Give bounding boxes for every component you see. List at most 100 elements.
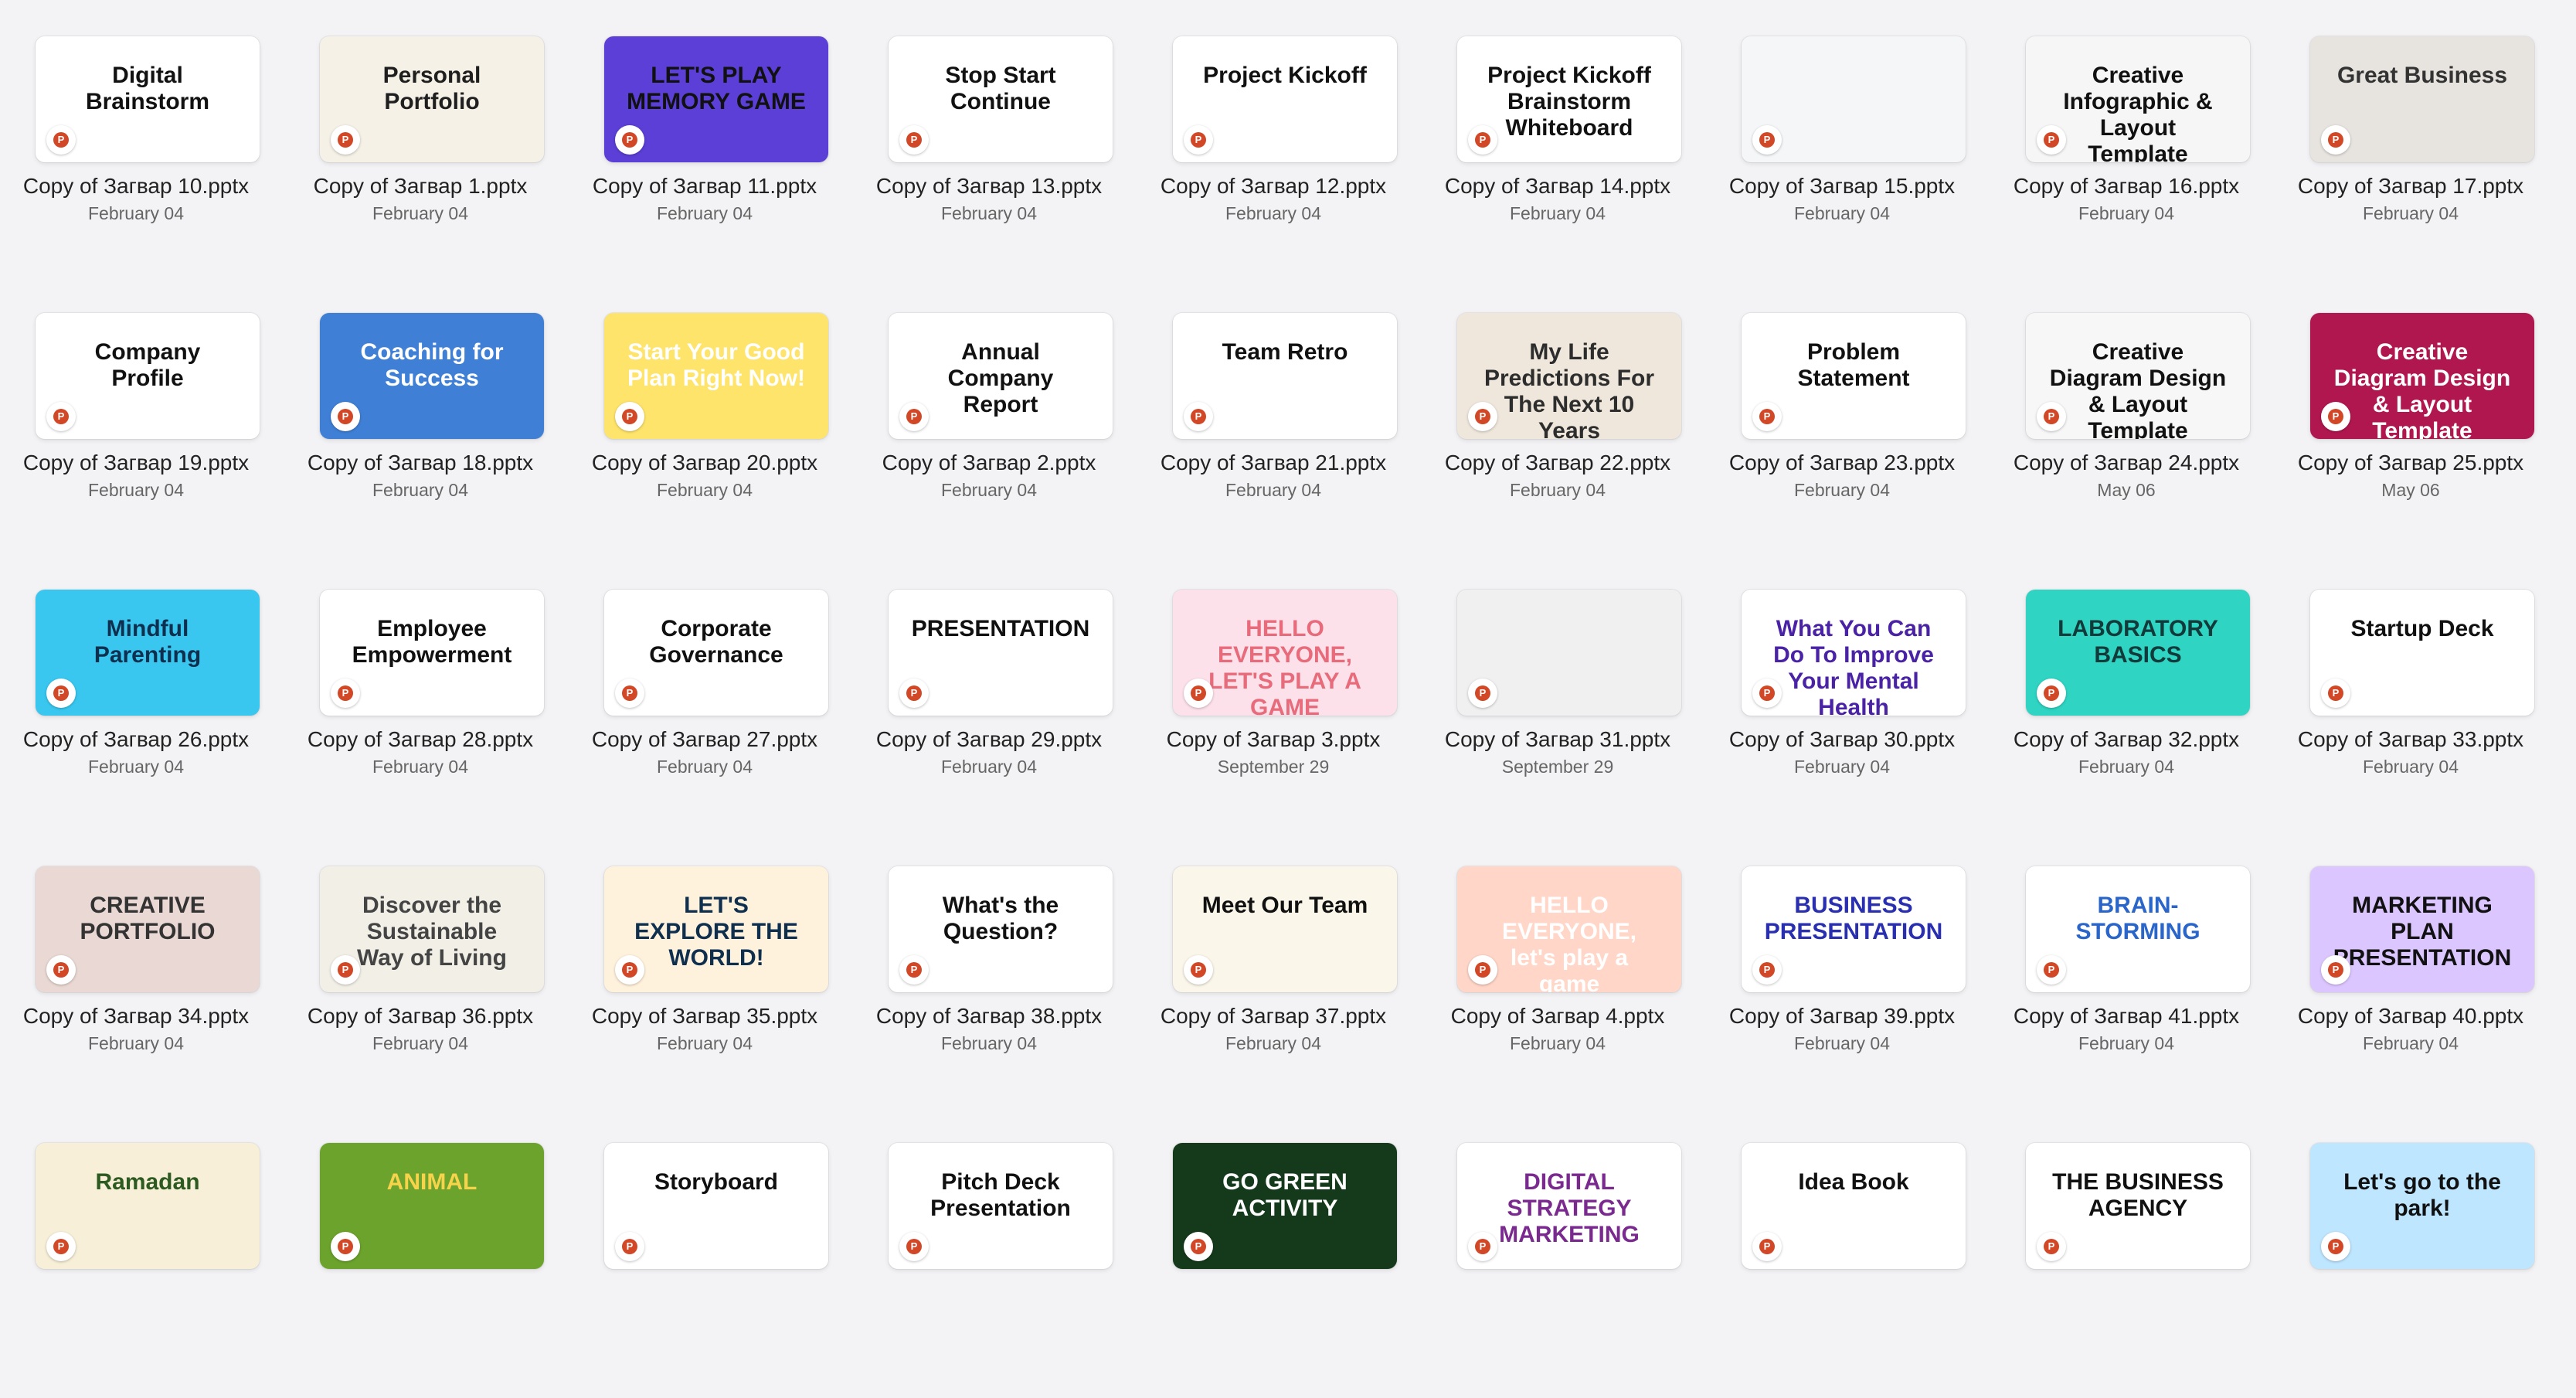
file-thumbnail[interactable]: HELLO EVERYONE, LET'S PLAY A GAME — [1173, 590, 1397, 716]
file-tile[interactable]: BRAIN-STORMING Copy of Загвар 41.pptx Febr… — [1997, 866, 2256, 1121]
file-thumbnail[interactable]: PRESENTATION — [889, 590, 1113, 716]
file-tile[interactable]: Annual Company Report Copy of Загвар 2.pp… — [859, 313, 1119, 568]
file-thumbnail[interactable]: Idea Book — [1742, 1143, 1966, 1269]
file-thumbnail[interactable]: Company Profile — [36, 313, 260, 439]
file-tile[interactable]: BUSINESS PRESENTATION Copy of Загвар 39.p… — [1712, 866, 1972, 1121]
file-tile[interactable]: Stop Start Continue Copy of Загвар 13.ppt… — [859, 36, 1119, 291]
file-thumbnail[interactable]: Project Kickoff — [1173, 36, 1397, 162]
file-tile[interactable]: Problem Statement Copy of Загвар 23.pptx F… — [1712, 313, 1972, 568]
file-name: Copy of Загвар 17.pptx — [2297, 174, 2524, 198]
file-thumbnail[interactable]: What You Can Do To Improve Your Mental H… — [1742, 590, 1966, 716]
thumbnail-title: Idea Book — [1798, 1169, 1909, 1195]
file-thumbnail[interactable] — [1742, 36, 1966, 162]
file-thumbnail[interactable]: Ramadan — [36, 1143, 260, 1269]
file-tile[interactable]: HELLO EVERYONE, let's play a game Copy of… — [1428, 866, 1687, 1121]
file-tile[interactable]: Idea Book — [1712, 1143, 1972, 1398]
file-tile[interactable]: Digital Brainstorm Copy of Загвар 10.pptx… — [6, 36, 266, 291]
file-tile[interactable]: CREATIVE PORTFOLIO Copy of Загвар 34.pptx… — [6, 866, 266, 1121]
file-thumbnail[interactable]: Mindful Parenting — [36, 590, 260, 716]
file-tile[interactable]: Employee Empowerment Copy of Загвар 28.pp… — [291, 590, 550, 845]
file-tile[interactable]: LABORATORY BASICS Copy of Загвар 32.pptx F… — [1997, 590, 2256, 845]
file-thumbnail[interactable]: CREATIVE PORTFOLIO — [36, 866, 260, 992]
powerpoint-icon — [899, 125, 929, 155]
file-thumbnail[interactable]: Let's go to the park! — [2310, 1143, 2534, 1269]
file-thumbnail[interactable]: Creative Diagram Design & Layout Templat… — [2310, 313, 2534, 439]
file-thumbnail[interactable]: MARKETING PLAN PRESENTATION — [2310, 866, 2534, 992]
file-thumbnail[interactable]: Start Your Good Plan Right Now! — [604, 313, 828, 439]
file-tile[interactable]: Great Business Copy of Загвар 17.pptx Febr… — [2281, 36, 2540, 291]
file-thumbnail[interactable]: Discover the Sustainable Way of Living — [320, 866, 544, 992]
file-thumbnail[interactable]: Coaching for Success — [320, 313, 544, 439]
file-tile[interactable]: PRESENTATION Copy of Загвар 29.pptx Februa… — [859, 590, 1119, 845]
file-thumbnail[interactable]: DIGITAL STRATEGY MARKETING — [1457, 1143, 1681, 1269]
file-thumbnail[interactable]: My Life Predictions For The Next 10 Year… — [1457, 313, 1681, 439]
file-thumbnail[interactable]: THE BUSINESS AGENCY — [2026, 1143, 2250, 1269]
file-tile[interactable]: Copy of Загвар 31.pptx September 29 — [1428, 590, 1687, 845]
file-thumbnail[interactable]: Stop Start Continue — [889, 36, 1113, 162]
file-tile[interactable]: Personal Portfolio Copy of Загвар 1.pptx F… — [291, 36, 550, 291]
file-tile[interactable]: Discover the Sustainable Way of Living Co… — [291, 866, 550, 1121]
file-thumbnail[interactable]: LET'S EXPLORE THE WORLD! — [604, 866, 828, 992]
file-thumbnail[interactable]: Storyboard — [604, 1143, 828, 1269]
file-tile[interactable]: Company Profile Copy of Загвар 19.pptx Feb… — [6, 313, 266, 568]
powerpoint-icon — [615, 125, 644, 155]
file-tile[interactable]: What's the Question? Copy of Загвар 38.pp… — [859, 866, 1119, 1121]
file-tile[interactable]: HELLO EVERYONE, LET'S PLAY A GAME Copy of… — [1144, 590, 1403, 845]
powerpoint-icon — [2037, 125, 2066, 155]
file-thumbnail[interactable]: Annual Company Report — [889, 313, 1113, 439]
file-tile[interactable]: Creative Diagram Design & Layout Templat… — [2281, 313, 2540, 568]
file-tile[interactable]: Project Kickoff Copy of Загвар 12.pptx Feb… — [1144, 36, 1403, 291]
file-thumbnail[interactable]: Team Retro — [1173, 313, 1397, 439]
file-thumbnail[interactable]: Corporate Governance — [604, 590, 828, 716]
file-tile[interactable]: ANIMAL — [291, 1143, 550, 1398]
file-thumbnail[interactable]: Problem Statement — [1742, 313, 1966, 439]
file-date: February 04 — [656, 1033, 753, 1053]
powerpoint-icon — [1752, 679, 1782, 708]
file-tile[interactable]: LET'S PLAY MEMORY GAME Copy of Загвар 11.… — [575, 36, 834, 291]
file-tile[interactable]: THE BUSINESS AGENCY — [1997, 1143, 2256, 1398]
thumbnail-title: Project Kickoff — [1203, 63, 1367, 88]
file-tile[interactable]: Meet Our Team Copy of Загвар 37.pptx Febru… — [1144, 866, 1403, 1121]
file-thumbnail[interactable]: Great Business — [2310, 36, 2534, 162]
file-thumbnail[interactable]: LABORATORY BASICS — [2026, 590, 2250, 716]
file-tile[interactable]: Let's go to the park! — [2281, 1143, 2540, 1398]
file-thumbnail[interactable]: Project Kickoff Brainstorm Whiteboard — [1457, 36, 1681, 162]
file-tile[interactable]: Pitch Deck Presentation — [859, 1143, 1119, 1398]
file-tile[interactable]: GO GREEN ACTIVITY — [1144, 1143, 1403, 1398]
file-thumbnail[interactable]: Personal Portfolio — [320, 36, 544, 162]
file-tile[interactable]: Corporate Governance Copy of Загвар 27.pp… — [575, 590, 834, 845]
file-tile[interactable]: Coaching for Success Copy of Загвар 18.pp… — [291, 313, 550, 568]
file-tile[interactable]: LET'S EXPLORE THE WORLD! Copy of Загвар 3… — [575, 866, 834, 1121]
file-tile[interactable]: Copy of Загвар 15.pptx February 04 — [1712, 36, 1972, 291]
file-tile[interactable]: MARKETING PLAN PRESENTATION Copy of Загва… — [2281, 866, 2540, 1121]
file-thumbnail[interactable]: GO GREEN ACTIVITY — [1173, 1143, 1397, 1269]
file-tile[interactable]: Team Retro Copy of Загвар 21.pptx February… — [1144, 313, 1403, 568]
file-tile[interactable]: Storyboard — [575, 1143, 834, 1398]
file-thumbnail[interactable]: Creative Diagram Design & Layout Templat… — [2026, 313, 2250, 439]
file-thumbnail[interactable]: ANIMAL — [320, 1143, 544, 1269]
file-tile[interactable]: Mindful Parenting Copy of Загвар 26.pptx F… — [6, 590, 266, 845]
file-thumbnail[interactable] — [1457, 590, 1681, 716]
file-tile[interactable]: Project Kickoff Brainstorm Whiteboard Cop… — [1428, 36, 1687, 291]
powerpoint-icon — [1468, 1232, 1497, 1261]
file-thumbnail[interactable]: HELLO EVERYONE, let's play a game — [1457, 866, 1681, 992]
file-tile[interactable]: Creative Infographic & Layout Template Co… — [1997, 36, 2256, 291]
file-tile[interactable]: Start Your Good Plan Right Now! Copy of З… — [575, 313, 834, 568]
file-tile[interactable]: DIGITAL STRATEGY MARKETING — [1428, 1143, 1687, 1398]
file-thumbnail[interactable]: Creative Infographic & Layout Template — [2026, 36, 2250, 162]
file-thumbnail[interactable]: What's the Question? — [889, 866, 1113, 992]
file-thumbnail[interactable]: BRAIN-STORMING — [2026, 866, 2250, 992]
file-tile[interactable]: What You Can Do To Improve Your Mental H… — [1712, 590, 1972, 845]
file-thumbnail[interactable]: Meet Our Team — [1173, 866, 1397, 992]
file-tile[interactable]: Startup Deck Copy of Загвар 33.pptx Februa… — [2281, 590, 2540, 845]
file-name: Copy of Загвар 1.pptx — [313, 174, 528, 198]
file-thumbnail[interactable]: Startup Deck — [2310, 590, 2534, 716]
file-tile[interactable]: Ramadan — [6, 1143, 266, 1398]
file-thumbnail[interactable]: Digital Brainstorm — [36, 36, 260, 162]
file-tile[interactable]: Creative Diagram Design & Layout Templat… — [1997, 313, 2256, 568]
file-tile[interactable]: My Life Predictions For The Next 10 Year… — [1428, 313, 1687, 568]
file-thumbnail[interactable]: Employee Empowerment — [320, 590, 544, 716]
file-thumbnail[interactable]: Pitch Deck Presentation — [889, 1143, 1113, 1269]
file-thumbnail[interactable]: BUSINESS PRESENTATION — [1742, 866, 1966, 992]
file-thumbnail[interactable]: LET'S PLAY MEMORY GAME — [604, 36, 828, 162]
